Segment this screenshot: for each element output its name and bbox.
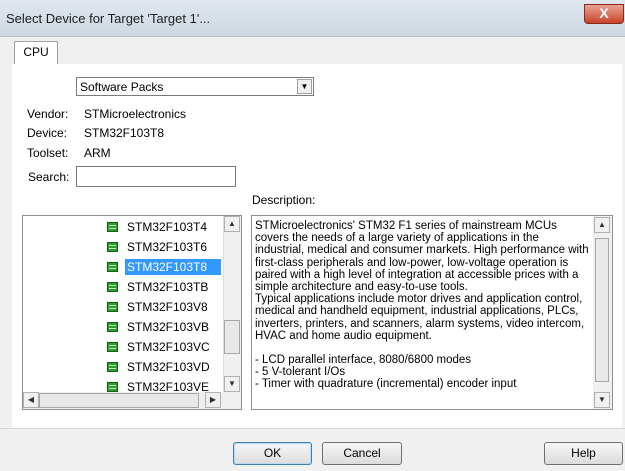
chip-icon: [107, 382, 118, 392]
close-icon: X: [599, 5, 609, 21]
device-item-stm32f103vc[interactable]: STM32F103VC: [23, 338, 223, 356]
device-item-stm32f103v8[interactable]: STM32F103V8: [23, 298, 223, 316]
scrollbar-corner: [223, 392, 241, 409]
ok-button[interactable]: OK: [233, 442, 312, 465]
chip-icon: [107, 322, 118, 332]
title-bar: Select Device for Target 'Target 1'... X: [0, 0, 625, 37]
vendor-label: Vendor:: [27, 107, 69, 121]
tree-horizontal-scrollbar[interactable]: ◀ ▶: [23, 392, 223, 409]
cancel-button[interactable]: Cancel: [322, 442, 402, 465]
device-item-stm32f103tb[interactable]: STM32F103TB: [23, 278, 223, 296]
device-value: STM32F103T8: [84, 126, 165, 140]
device-item-stm32f103t8[interactable]: STM32F103T8: [23, 258, 223, 276]
vendor-value: STMicroelectronics: [84, 107, 187, 121]
device-item-stm32f103vb[interactable]: STM32F103VB: [23, 318, 223, 336]
device-item-label: STM32F103VD: [127, 360, 210, 374]
scroll-left-icon[interactable]: ◀: [23, 392, 39, 408]
chip-icon: [107, 282, 118, 292]
scroll-thumb[interactable]: [39, 393, 199, 408]
chip-icon: [107, 262, 118, 272]
device-label: Device:: [27, 126, 68, 140]
button-bar: OK Cancel Help: [0, 428, 625, 471]
device-item-label-selected: STM32F103T8: [125, 259, 221, 275]
feature-item: - LCD parallel interface, 8080/6800 mode…: [255, 354, 472, 367]
feature-item: - Timer with quadrature (incremental) en…: [255, 378, 517, 391]
chip-icon: [107, 242, 118, 252]
device-tree[interactable]: STM32F103T4 STM32F103T6 STM32F103T8 STM3…: [22, 215, 242, 410]
device-item-label: STM32F103TB: [127, 280, 209, 294]
toolset-value: ARM: [84, 146, 111, 160]
description-label: Description:: [252, 193, 316, 207]
scroll-up-icon[interactable]: ▲: [224, 216, 240, 232]
description-box: STMicroelectronics' STM32 F1 series of m…: [251, 215, 613, 410]
chip-icon: [107, 302, 118, 312]
chip-icon: [107, 222, 118, 232]
description-paragraph: STMicroelectronics' STM32 F1 series of m…: [255, 220, 589, 294]
window-title: Select Device for Target 'Target 1'...: [6, 11, 211, 26]
chevron-down-icon[interactable]: ▼: [297, 79, 312, 94]
tab-strip: CPU: [12, 40, 622, 65]
device-source-select[interactable]: Software Packs ▼: [76, 77, 314, 96]
device-item-label: STM32F103VC: [127, 340, 210, 354]
device-source-value: Software Packs: [80, 80, 164, 94]
device-item-stm32f103t6[interactable]: STM32F103T6: [23, 238, 223, 256]
tree-vertical-scrollbar[interactable]: ▲ ▼: [223, 216, 241, 392]
chip-icon: [107, 362, 118, 372]
scroll-thumb[interactable]: [595, 238, 609, 382]
device-item-label: STM32F103T4: [127, 220, 208, 234]
close-button[interactable]: X: [584, 4, 624, 24]
device-item-stm32f103t4[interactable]: STM32F103T4: [23, 218, 223, 236]
feature-list: - LCD parallel interface, 8080/6800 mode…: [255, 354, 591, 391]
device-item-label: STM32F103V8: [127, 300, 208, 314]
description-scrollbar[interactable]: ▲ ▼: [593, 216, 612, 409]
scroll-down-icon[interactable]: ▼: [224, 376, 240, 392]
scroll-right-icon[interactable]: ▶: [205, 392, 221, 408]
tab-cpu[interactable]: CPU: [14, 41, 58, 64]
device-item-label: STM32F103VB: [127, 320, 210, 334]
description-paragraph: Typical applications include motor drive…: [255, 293, 585, 342]
description-text: STMicroelectronics' STM32 F1 series of m…: [255, 220, 591, 391]
help-button[interactable]: Help: [544, 442, 623, 465]
chip-icon: [107, 342, 118, 352]
search-input[interactable]: [76, 166, 236, 187]
device-item-stm32f103vd[interactable]: STM32F103VD: [23, 358, 223, 376]
device-item-label: STM32F103T6: [127, 240, 208, 254]
scroll-up-icon[interactable]: ▲: [594, 217, 610, 233]
scroll-down-icon[interactable]: ▼: [594, 392, 610, 408]
search-label: Search:: [28, 170, 70, 184]
toolset-label: Toolset:: [27, 146, 69, 160]
scroll-thumb[interactable]: [224, 320, 240, 354]
feature-item: - 5 V-tolerant I/Os: [255, 366, 346, 379]
